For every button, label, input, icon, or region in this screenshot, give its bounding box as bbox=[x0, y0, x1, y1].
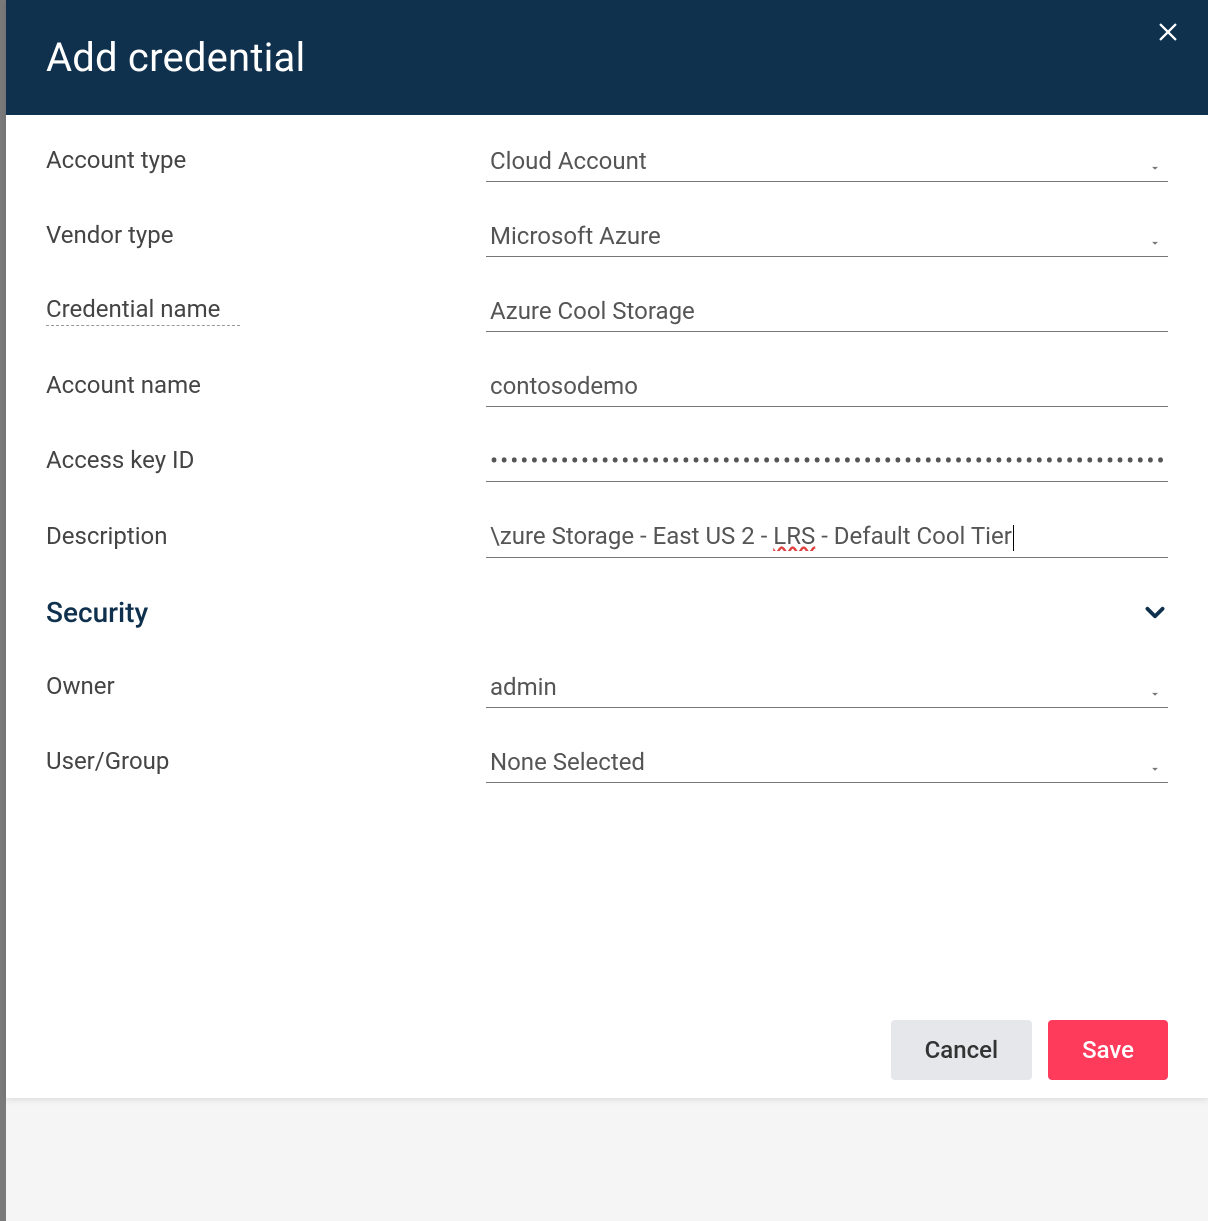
select-owner-value: admin bbox=[486, 671, 1148, 701]
modal-header: Add credential bbox=[6, 0, 1208, 115]
row-account-name: Account name bbox=[46, 370, 1168, 407]
input-wrap-account-name bbox=[486, 370, 1168, 407]
label-owner: Owner bbox=[46, 672, 486, 708]
label-user-group: User/Group bbox=[46, 747, 486, 783]
close-icon bbox=[1157, 21, 1179, 43]
close-button[interactable] bbox=[1150, 14, 1186, 50]
label-vendor-type: Vendor type bbox=[46, 221, 486, 257]
description-spell-error: LRS bbox=[773, 522, 815, 550]
select-account-type-value: Cloud Account bbox=[486, 145, 1148, 175]
select-owner[interactable]: admin bbox=[486, 671, 1168, 708]
input-wrap-access-key-id bbox=[486, 445, 1168, 482]
label-wrap-credential-name: Credential name bbox=[46, 295, 486, 332]
chevron-down-icon bbox=[1148, 236, 1168, 250]
modal-body: Account type Cloud Account Vendor type M… bbox=[6, 115, 1208, 1002]
modal-title: Add credential bbox=[46, 34, 305, 81]
section-security-toggle[interactable]: Security bbox=[46, 596, 1168, 629]
label-access-key-id: Access key ID bbox=[46, 446, 486, 482]
chevron-down-icon bbox=[1148, 161, 1168, 175]
input-wrap-credential-name bbox=[486, 295, 1168, 332]
label-account-name: Account name bbox=[46, 371, 486, 407]
row-credential-name: Credential name bbox=[46, 295, 1168, 332]
input-wrap-description[interactable]: \zure Storage - East US 2 - LRS - Defaul… bbox=[486, 520, 1168, 558]
description-text-part1: \zure Storage - East US 2 - bbox=[490, 522, 773, 550]
select-vendor-type-value: Microsoft Azure bbox=[486, 220, 1148, 250]
text-cursor bbox=[1013, 525, 1014, 551]
input-access-key-id[interactable] bbox=[486, 445, 1168, 475]
row-owner: Owner admin bbox=[46, 671, 1168, 708]
input-description[interactable]: \zure Storage - East US 2 - LRS - Defaul… bbox=[486, 520, 1168, 551]
row-user-group: User/Group None Selected bbox=[46, 746, 1168, 783]
row-vendor-type: Vendor type Microsoft Azure bbox=[46, 220, 1168, 257]
input-credential-name[interactable] bbox=[486, 295, 1168, 325]
chevron-down-icon bbox=[1148, 687, 1168, 701]
cancel-button[interactable]: Cancel bbox=[891, 1020, 1032, 1080]
chevron-down-icon bbox=[1148, 762, 1168, 776]
modal-footer: Cancel Save bbox=[6, 1002, 1208, 1098]
label-account-type: Account type bbox=[46, 146, 486, 182]
add-credential-modal: Add credential Account type Cloud Accoun… bbox=[6, 0, 1208, 1098]
select-user-group[interactable]: None Selected bbox=[486, 746, 1168, 783]
label-description: Description bbox=[46, 522, 486, 558]
label-credential-name: Credential name bbox=[46, 295, 240, 326]
row-description: Description \zure Storage - East US 2 - … bbox=[46, 520, 1168, 558]
row-account-type: Account type Cloud Account bbox=[46, 145, 1168, 182]
select-vendor-type[interactable]: Microsoft Azure bbox=[486, 220, 1168, 257]
select-account-type[interactable]: Cloud Account bbox=[486, 145, 1168, 182]
input-account-name[interactable] bbox=[486, 370, 1168, 400]
chevron-down-icon bbox=[1142, 599, 1168, 625]
row-access-key-id: Access key ID bbox=[46, 445, 1168, 482]
description-text-part2: - Default Cool Tier bbox=[815, 522, 1012, 550]
select-user-group-value: None Selected bbox=[486, 746, 1148, 776]
save-button[interactable]: Save bbox=[1048, 1020, 1168, 1080]
section-security-title: Security bbox=[46, 596, 148, 629]
